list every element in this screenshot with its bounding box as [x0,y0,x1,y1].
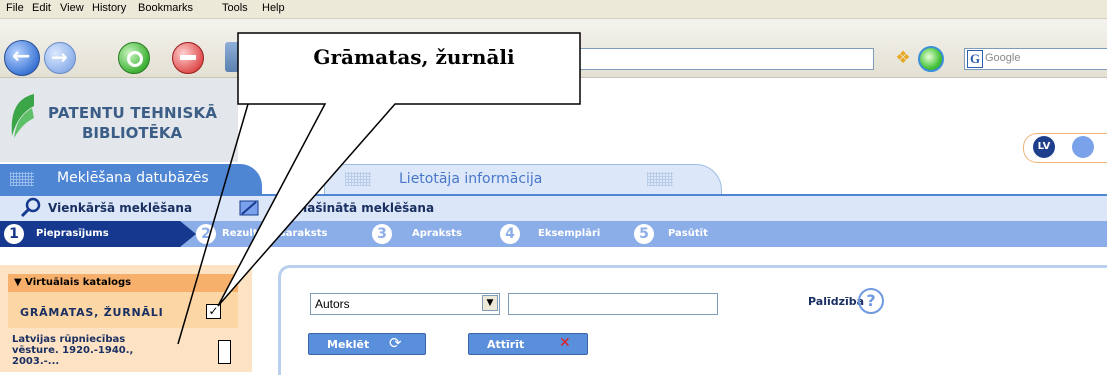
callout-shape [217,32,581,307]
callout-pointer-line [177,103,249,345]
callout-text: Grāmatas, žurnāli [313,45,515,69]
